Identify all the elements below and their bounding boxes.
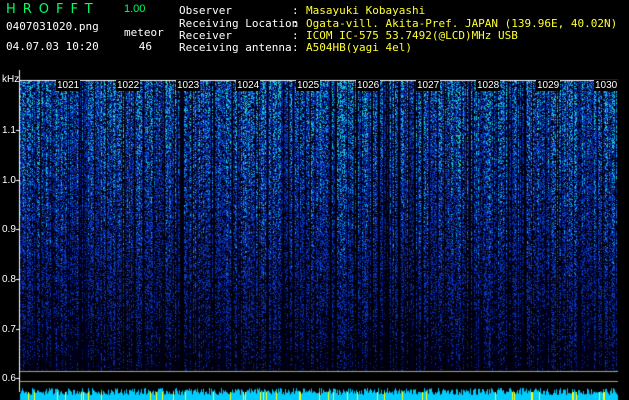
x-tick: 1022 [116, 80, 141, 91]
x-tick: 1029 [536, 80, 561, 91]
info-observer: Observer: Masayuki Kobayashi [179, 4, 426, 17]
app-version: 1.00 [124, 3, 146, 15]
x-tick: 1028 [476, 80, 501, 91]
x-tick: 1027 [416, 80, 441, 91]
spectrogram-canvas [0, 0, 629, 400]
x-tick: 1023 [176, 80, 201, 91]
x-tick: 1026 [356, 80, 381, 91]
y-tick: 0.7 [2, 324, 16, 335]
y-tick: 1.0 [2, 175, 16, 186]
y-unit-label: kHz [2, 74, 20, 85]
meteor-label: meteor [124, 26, 164, 39]
x-tick: 1024 [236, 80, 261, 91]
y-tick: 0.9 [2, 224, 16, 235]
y-tick: 0.8 [2, 274, 16, 285]
app-logo: HROFFT [6, 2, 100, 17]
x-tick: 1021 [56, 80, 81, 91]
meteor-count: 46 [138, 40, 152, 53]
x-tick: 1025 [296, 80, 321, 91]
info-antenna: Receiving antenna: A504HB(yagi 4el) [179, 41, 412, 54]
x-tick: 1030 [594, 80, 619, 91]
y-tick: 1.1 [2, 125, 16, 136]
capture-datetime: 04.07.03 10:20 [6, 40, 99, 53]
y-tick: 0.6 [2, 373, 16, 384]
file-name: 0407031020.png [6, 20, 99, 33]
